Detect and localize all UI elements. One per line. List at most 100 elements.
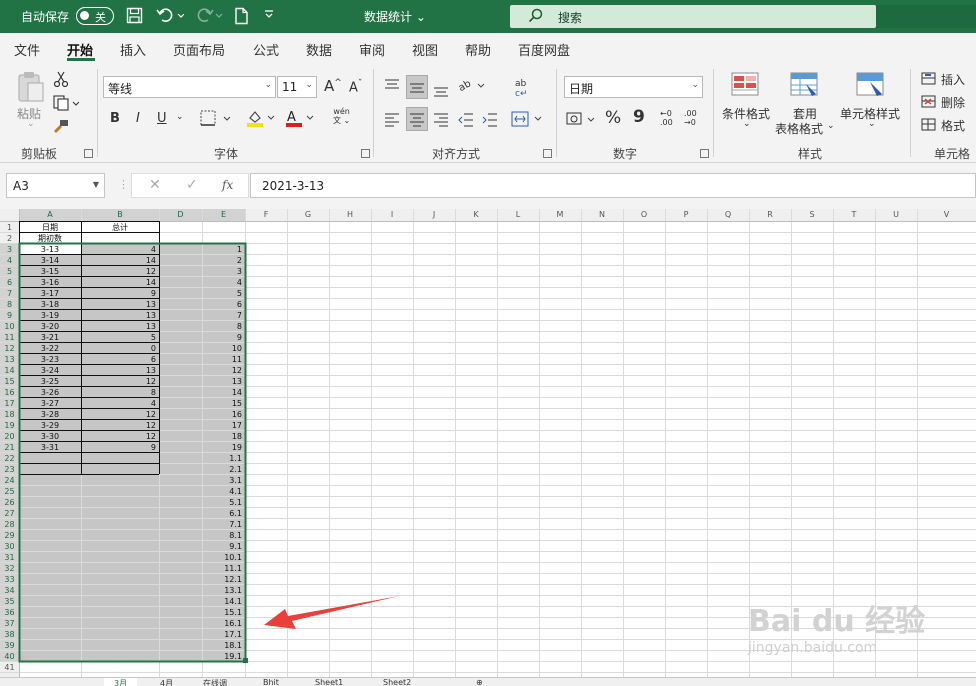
align-bottom-icon[interactable] [433,82,449,101]
row-header-4[interactable]: 4 [0,255,19,266]
align-center-icon[interactable] [409,112,425,131]
row-header-15[interactable]: 15 [0,376,19,387]
sheet-tab[interactable]: 在线调 [203,678,227,686]
cell-b21[interactable]: 9 [81,442,159,453]
sheet-tab[interactable]: Bhit [263,678,279,686]
cell-e39[interactable]: 18.1 [202,640,245,651]
row-header-13[interactable]: 13 [0,354,19,365]
cell-b1[interactable]: 总计 [81,222,159,233]
cell-b12[interactable]: 0 [81,343,159,354]
comma-style-button[interactable]: 9 [633,107,645,127]
row-header-6[interactable]: 6 [0,277,19,288]
new-document-icon[interactable] [234,7,249,29]
cancel-icon[interactable]: ✕ [149,177,161,193]
row-header-9[interactable]: 9 [0,310,19,321]
tab-view[interactable]: 视图 [412,40,438,59]
cell-a19[interactable]: 3-29 [19,420,81,431]
cell-e30[interactable]: 9.1 [202,541,245,552]
cell-e28[interactable]: 7.1 [202,519,245,530]
alignment-launcher-icon[interactable] [543,149,552,158]
sheet-tab[interactable]: 4月 [160,678,173,686]
cell-e24[interactable]: 3.1 [202,475,245,486]
cell-b13[interactable]: 6 [81,354,159,365]
tab-formulas[interactable]: 公式 [253,40,279,59]
cell-e35[interactable]: 14.1 [202,596,245,607]
row-header-1[interactable]: 1 [0,222,19,233]
row-header-31[interactable]: 31 [0,552,19,563]
cell-a14[interactable]: 3-24 [19,365,81,376]
cell-b7[interactable]: 9 [81,288,159,299]
cell-a21[interactable]: 3-31 [19,442,81,453]
cell-a2[interactable]: 期初数 [19,233,81,244]
number-launcher-icon[interactable] [700,149,709,158]
cell-b11[interactable]: 5 [81,332,159,343]
cell-b6[interactable]: 14 [81,277,159,288]
delete-cells-label[interactable]: 删除 [941,94,965,111]
row-header-28[interactable]: 28 [0,519,19,530]
decrease-font-size-button[interactable]: Aˇ [349,79,362,95]
tab-file[interactable]: 文件 [14,40,40,59]
borders-icon[interactable] [200,110,234,129]
format-as-table-icon[interactable] [790,72,820,101]
autosave-toggle[interactable]: 关 [76,7,114,25]
percent-button[interactable]: % [605,108,621,128]
cell-a17[interactable]: 3-27 [19,398,81,409]
format-cells-icon[interactable] [921,118,937,135]
row-header-11[interactable]: 11 [0,332,19,343]
cell-b5[interactable]: 12 [81,266,159,277]
formula-input[interactable]: 2021-3-13 [250,173,976,198]
cell-a9[interactable]: 3-19 [19,310,81,321]
cut-icon[interactable] [53,71,69,90]
save-icon[interactable] [126,7,143,28]
row-header-20[interactable]: 20 [0,431,19,442]
customize-toolbar-icon[interactable] [264,7,274,27]
cell-b3[interactable]: 4 [81,244,159,255]
cell-a8[interactable]: 3-18 [19,299,81,310]
cell-b20[interactable]: 12 [81,431,159,442]
insert-cells-label[interactable]: 插入 [941,71,965,88]
row-header-39[interactable]: 39 [0,640,19,651]
tab-review[interactable]: 审阅 [359,40,385,59]
cell-e37[interactable]: 16.1 [202,618,245,629]
orientation-icon[interactable]: ab [457,77,486,96]
row-header-2[interactable]: 2 [0,233,19,244]
font-color-icon[interactable]: A [285,109,317,130]
row-header-22[interactable]: 22 [0,453,19,464]
column-header-u[interactable]: U [875,209,917,220]
column-header-t[interactable]: T [833,209,875,220]
row-header-5[interactable]: 5 [0,266,19,277]
cell-e32[interactable]: 11.1 [202,563,245,574]
row-header-19[interactable]: 19 [0,420,19,431]
row-header-14[interactable]: 14 [0,365,19,376]
bold-button[interactable]: B [110,111,120,126]
column-header-l[interactable]: L [497,209,539,220]
cell-a11[interactable]: 3-21 [19,332,81,343]
cell-e3[interactable]: 1 [202,244,245,255]
sheet-tab-active[interactable]: 3月 [104,678,138,686]
row-header-32[interactable]: 32 [0,563,19,574]
insert-function-button[interactable]: fx [222,178,233,192]
row-header-35[interactable]: 35 [0,596,19,607]
cell-e18[interactable]: 16 [202,409,245,420]
row-header-40[interactable]: 40 [0,651,19,662]
align-right-icon[interactable] [433,112,449,131]
format-painter-icon[interactable] [53,118,69,137]
column-header-h[interactable]: H [329,209,371,220]
row-header-37[interactable]: 37 [0,618,19,629]
cell-a1[interactable]: 日期 [19,222,81,233]
italic-button[interactable]: I [136,111,140,126]
cell-e4[interactable]: 2 [202,255,245,266]
cell-b16[interactable]: 8 [81,387,159,398]
cell-a5[interactable]: 3-15 [19,266,81,277]
cell-e15[interactable]: 13 [202,376,245,387]
cell-e26[interactable]: 5.1 [202,497,245,508]
cell-a6[interactable]: 3-16 [19,277,81,288]
increase-decimal-button[interactable]: ←0.00 [660,109,673,127]
tab-home[interactable]: 开始 [67,40,93,59]
column-header-k[interactable]: K [455,209,497,220]
font-size-combo[interactable]: 11 ⌄ [277,76,317,98]
redo-icon[interactable] [196,7,224,28]
row-header-24[interactable]: 24 [0,475,19,486]
column-header-b[interactable]: B [81,209,159,220]
row-header-10[interactable]: 10 [0,321,19,332]
